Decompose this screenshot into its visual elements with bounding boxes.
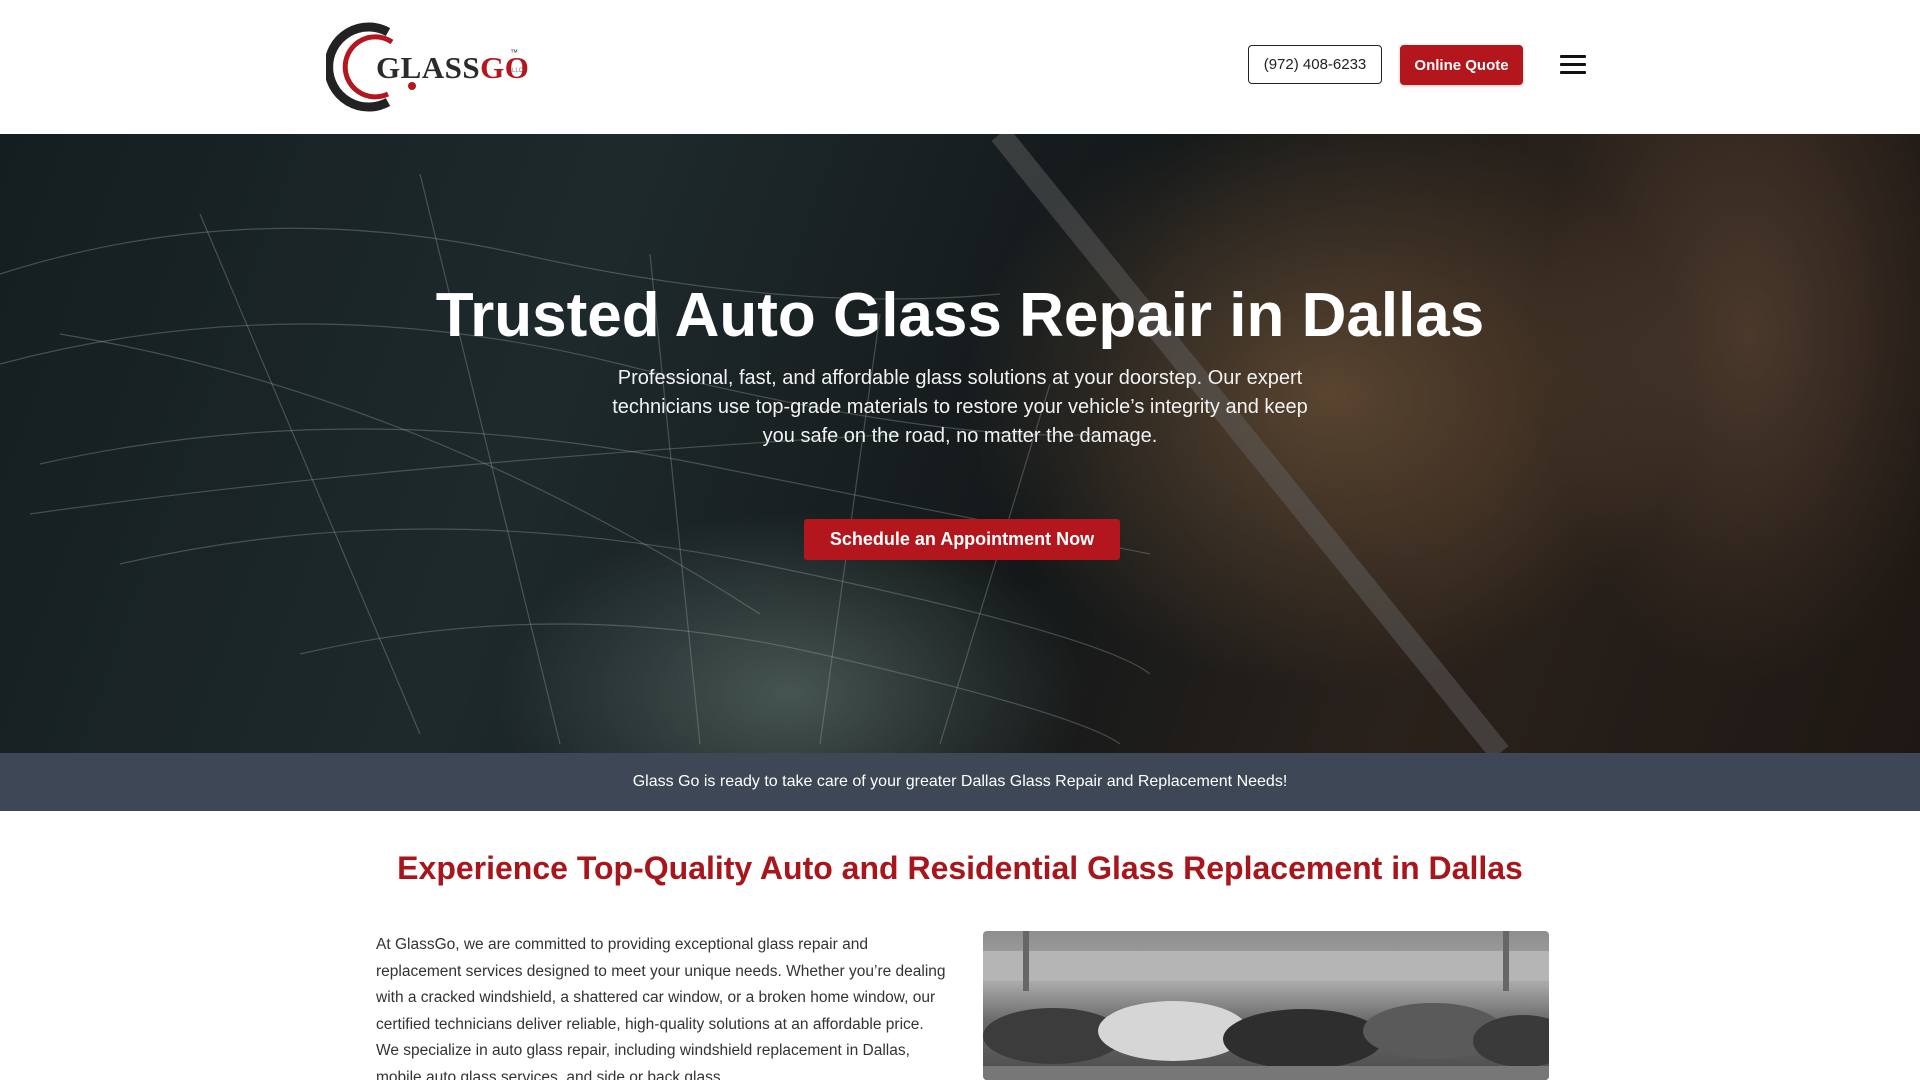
section-body-text: At GlassGo, we are committed to providin… bbox=[376, 936, 946, 1080]
glassgo-logo[interactable]: GLASSGO ™ LLC bbox=[326, 20, 529, 112]
menu-bar bbox=[1560, 55, 1586, 58]
info-banner: Glass Go is ready to take care of your g… bbox=[0, 753, 1920, 811]
parking-lot-photo bbox=[983, 931, 1549, 1080]
hamburger-menu-icon[interactable] bbox=[1560, 55, 1586, 75]
site-header: GLASSGO ™ LLC (972) 408-6233 Online Quot… bbox=[0, 0, 1920, 134]
menu-bar bbox=[1560, 71, 1586, 74]
logo-llc: LLC bbox=[512, 68, 524, 74]
schedule-appointment-button[interactable]: Schedule an Appointment Now bbox=[804, 519, 1120, 560]
hero-title: Trusted Auto Glass Repair in Dallas bbox=[435, 281, 1485, 350]
cars-image-illustration bbox=[983, 931, 1549, 1080]
phone-button[interactable]: (972) 408-6233 bbox=[1248, 45, 1382, 84]
logo-brand-main: GLASS bbox=[376, 50, 481, 85]
menu-bar bbox=[1560, 63, 1586, 66]
online-quote-button[interactable]: Online Quote bbox=[1400, 45, 1523, 85]
section-title: Experience Top-Quality Auto and Resident… bbox=[397, 850, 1523, 886]
hero-subtitle: Professional, fast, and affordable glass… bbox=[612, 367, 1308, 447]
hero-section: Trusted Auto Glass Repair in Dallas Prof… bbox=[0, 134, 1920, 753]
logo-wordmark: GLASSGO bbox=[376, 50, 529, 86]
logo-trademark: ™ bbox=[510, 48, 518, 57]
banner-text: Glass Go is ready to take care of your g… bbox=[632, 773, 1288, 790]
